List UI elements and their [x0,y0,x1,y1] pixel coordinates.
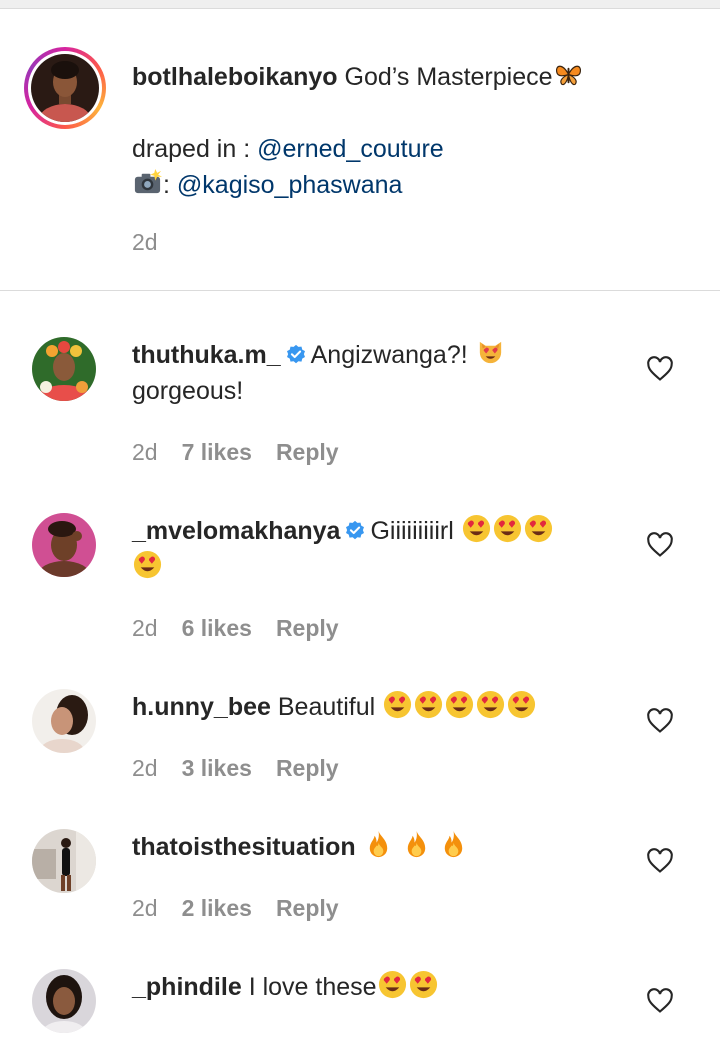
comment-timestamp: 2d [132,615,158,641]
heart-eyes-emoji [377,969,408,1000]
comment-text: Giiiiiiiiirl [370,517,454,545]
avatar[interactable] [32,513,96,577]
reply-button[interactable]: Reply [276,615,339,642]
avatar[interactable] [32,689,96,753]
comment-username[interactable]: thuthuka.m_ [132,341,281,369]
verified-badge-icon [344,520,366,542]
post-caption: botlhaleboikanyo God’s Masterpiece drape… [0,9,720,291]
like-heart-icon[interactable] [646,847,674,875]
verified-badge-icon [285,344,307,366]
butterfly-emoji [553,59,584,90]
heart-eyes-emoji [523,513,554,544]
like-heart-icon[interactable] [646,987,674,1015]
heart-eyes-emoji [413,689,444,720]
comment-likes-count[interactable]: 7 likes [182,439,252,466]
caption-timestamp: 2d [132,229,158,255]
comment-text: I love these [248,973,377,1001]
comment-username[interactable]: _phindile [132,973,242,1001]
comment-username[interactable]: h.unny_bee [132,693,271,721]
heart-eyes-emoji [444,689,475,720]
top-divider-bar [0,0,720,9]
caption-text: God’s Masterpiece [344,63,553,91]
comment-text: Beautiful [277,693,376,721]
mention-link-couture[interactable]: @erned_couture [257,135,444,163]
heart-eyes-emoji [408,969,439,1000]
author-avatar[interactable] [24,47,106,129]
heart-eyes-emoji [132,549,163,580]
comment-likes-count[interactable]: 3 likes [182,755,252,782]
fire-emoji [438,829,469,860]
avatar[interactable] [32,337,96,401]
caption-line2-prefix: draped in : [132,135,258,163]
caption-username[interactable]: botlhaleboikanyo [132,63,338,91]
reply-button[interactable]: Reply [276,755,339,782]
comment-likes-count[interactable]: 6 likes [182,615,252,642]
comment-timestamp: 2d [132,755,158,781]
comment-username[interactable]: thatoisthesituation [132,833,356,861]
heart-eyes-emoji [492,513,523,544]
comment-timestamp: 2d [132,895,158,921]
fire-emoji [363,829,394,860]
comment-likes-count[interactable]: 2 likes [182,895,252,922]
heart-eyes-emoji [382,689,413,720]
camera-flash-emoji [132,167,163,198]
reply-button[interactable]: Reply [276,895,339,922]
fire-emoji [401,829,432,860]
reply-button[interactable]: Reply [276,439,339,466]
mention-link-photographer[interactable]: @kagiso_phaswana [177,171,403,199]
caption-line3-prefix: : [163,171,177,199]
like-heart-icon[interactable] [646,355,674,383]
heart-eyes-emoji [506,689,537,720]
comment-timestamp: 2d [132,439,158,465]
like-heart-icon[interactable] [646,531,674,559]
heart-eyes-emoji [475,689,506,720]
comment-username[interactable]: _mvelomakhanya [132,517,340,545]
avatar[interactable] [32,829,96,893]
comment-text-continued: gorgeous! [132,377,244,405]
avatar[interactable] [32,969,96,1033]
heart-eyes-cat-emoji [475,337,506,368]
heart-eyes-emoji [461,513,492,544]
like-heart-icon[interactable] [646,707,674,735]
comment-text: Angizwanga?! [310,341,468,369]
